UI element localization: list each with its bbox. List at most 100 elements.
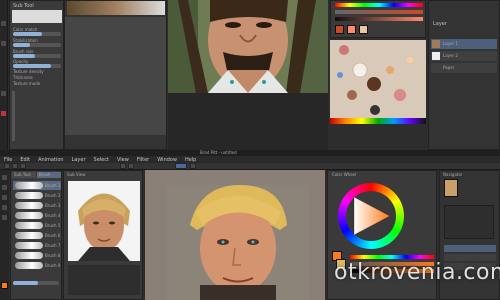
brush-name: Brush 3 <box>45 203 61 208</box>
color-match-slider[interactable] <box>13 32 61 36</box>
brush-settings-panel: Sub Tool Color match Stabilization Brush… <box>9 0 64 150</box>
hue-bar[interactable] <box>335 3 423 7</box>
save-icon[interactable] <box>20 163 26 169</box>
reference-photo <box>68 181 140 261</box>
layer-row-3[interactable]: Paper <box>431 63 497 73</box>
brush-item[interactable]: Brush 3 <box>13 201 61 210</box>
pencil-tool-icon[interactable] <box>1 184 8 191</box>
brush-stroke-preview <box>15 192 43 199</box>
brush-name: Brush 2 <box>45 193 61 198</box>
top-main-canvas[interactable] <box>168 0 328 93</box>
menu-view[interactable]: View <box>117 157 129 163</box>
ruler-icon[interactable] <box>190 163 196 169</box>
menu-edit[interactable]: Edit <box>20 157 30 163</box>
layer-thumbnail <box>432 52 440 60</box>
paint-blobs-image <box>337 45 413 115</box>
menu-file[interactable]: File <box>4 157 12 163</box>
stabilization-slider[interactable] <box>13 43 61 47</box>
selection-tool-icon[interactable] <box>1 214 8 221</box>
saturation-bar[interactable] <box>335 10 423 14</box>
toolbar <box>0 163 500 170</box>
brush-stroke-preview <box>15 232 43 239</box>
layer-row-2[interactable]: Layer 2 <box>431 51 497 61</box>
color-triangle-icon[interactable] <box>352 195 392 237</box>
brush-stroke-preview <box>15 212 43 219</box>
menu-window[interactable]: Window <box>157 157 177 163</box>
brush-stroke-preview <box>15 202 43 209</box>
value-bar[interactable] <box>335 17 423 21</box>
blend-tool-icon[interactable] <box>1 204 8 211</box>
brush-item[interactable]: Brush 1 <box>13 181 61 190</box>
brush-stroke-preview <box>15 262 43 269</box>
brush-name: Brush 8 <box>45 253 61 258</box>
brush-item[interactable]: Brush 2 <box>13 191 61 200</box>
subview-controls <box>68 265 140 295</box>
brush-item[interactable]: Brush 4 <box>13 211 61 220</box>
menu-filter[interactable]: Filter <box>137 157 149 163</box>
color-swatch-2[interactable] <box>347 25 356 34</box>
top-reference-strip <box>67 1 165 15</box>
open-file-icon[interactable] <box>12 163 18 169</box>
subtool-tab-label: Sub Tool <box>14 172 31 177</box>
color-swatch-3[interactable] <box>359 25 368 34</box>
brush-name: Brush 1 <box>45 183 61 188</box>
layer-panel-title: Layer <box>433 21 447 27</box>
new-file-icon[interactable] <box>4 163 10 169</box>
menu-select[interactable]: Select <box>94 157 109 163</box>
fill-tool-icon[interactable] <box>0 90 7 97</box>
menu-bar: File Edit Animation Layer Select View Fi… <box>0 156 500 163</box>
layer-row-1[interactable]: Layer 1 <box>431 39 497 49</box>
brush-item[interactable]: Brush 5 <box>13 221 61 230</box>
eraser-tool-icon[interactable] <box>1 194 8 201</box>
brush-panel-title: Sub Tool <box>13 3 34 9</box>
top-color-strip[interactable] <box>330 118 426 124</box>
color-swatch-1[interactable] <box>335 25 344 34</box>
menu-animation[interactable]: Animation <box>38 157 64 163</box>
top-gray-canvas-area <box>65 17 166 135</box>
brush-name: Brush 4 <box>45 213 61 218</box>
brush-label-thickness: Thickness <box>13 75 33 80</box>
color-mixing-palette[interactable] <box>330 40 426 122</box>
navigator-preview[interactable] <box>444 179 458 197</box>
subview-title: Sub View <box>67 172 86 177</box>
layer-name-2: Layer 2 <box>443 53 458 58</box>
window-title: Brad Pitt - untitled <box>200 150 237 155</box>
brush-size-slider[interactable] <box>13 54 61 58</box>
top-color-panel <box>330 0 426 38</box>
main-color-swatch[interactable] <box>1 282 8 289</box>
color-wheel-icon[interactable] <box>338 183 404 249</box>
undo-icon[interactable] <box>120 163 126 169</box>
redo-icon[interactable] <box>128 163 134 169</box>
brush-size-vertical-slider[interactable] <box>12 91 15 141</box>
subview-panel: Sub View <box>63 170 143 300</box>
eraser-tool-icon[interactable] <box>0 40 7 47</box>
navigator-viewport[interactable] <box>444 205 494 239</box>
subtool-tab[interactable]: Sub Tool <box>12 172 36 178</box>
brush-size-slider[interactable] <box>13 281 59 285</box>
subtool-panel: Sub Tool Brush Brush 1 Brush 2 Brush 3 B… <box>10 170 62 300</box>
brush-item[interactable]: Brush 6 <box>13 231 61 240</box>
layer-name-1: Layer 1 <box>443 41 458 46</box>
top-tool-strip <box>0 0 8 150</box>
brush-list: Brush 1 Brush 2 Brush 3 Brush 4 Brush 5 … <box>13 181 61 271</box>
pirate-portrait-image <box>168 0 328 93</box>
top-layer-panel: Layer Layer 1 Layer 2 Paper <box>428 0 500 150</box>
pen-tool-icon[interactable] <box>0 20 7 27</box>
brush-stroke-preview <box>15 222 43 229</box>
brush-name: Brush 6 <box>45 233 61 238</box>
brush-item[interactable]: Brush 7 <box>13 241 61 250</box>
brush-item[interactable]: Brush 9 <box>13 261 61 270</box>
menu-layer[interactable]: Layer <box>72 157 86 163</box>
bottom-main-canvas[interactable] <box>145 170 325 300</box>
color-tool-icon[interactable] <box>0 110 7 117</box>
snap-icon[interactable] <box>175 163 187 169</box>
hue-slider[interactable] <box>350 255 434 259</box>
reference-face-image <box>68 181 140 261</box>
opacity-slider[interactable] <box>13 64 61 68</box>
layer-row[interactable] <box>444 245 496 252</box>
menu-help[interactable]: Help <box>185 157 196 163</box>
brush-item[interactable]: Brush 8 <box>13 251 61 260</box>
brush-label-texture-mode: Texture mode <box>13 81 41 86</box>
brush-tool-icon[interactable] <box>1 174 8 181</box>
brush-tab[interactable]: Brush <box>37 172 61 178</box>
